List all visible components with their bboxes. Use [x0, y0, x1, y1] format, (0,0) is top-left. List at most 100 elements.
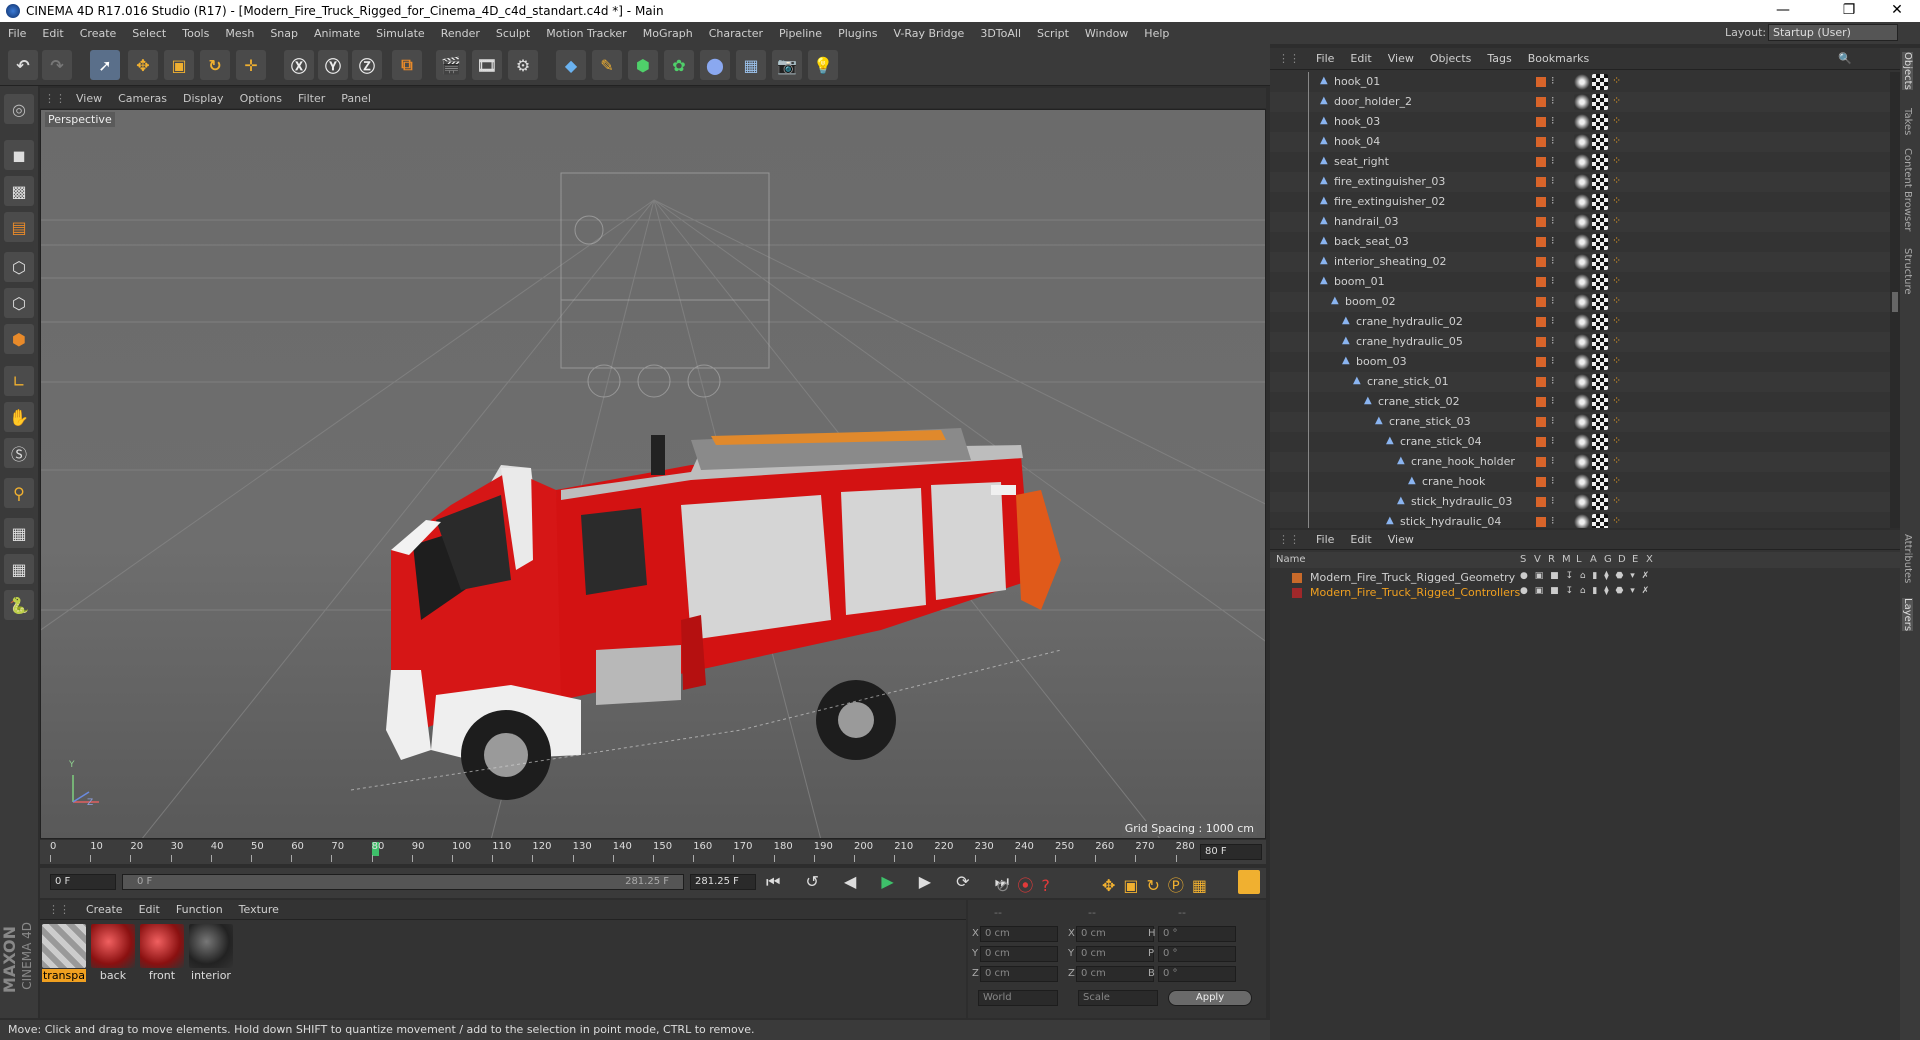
texture-tag-icon[interactable]	[1574, 394, 1590, 410]
object-scrollbar[interactable]	[1890, 72, 1900, 528]
texture-tag-icon[interactable]	[1574, 154, 1590, 170]
visibility-dots-icon[interactable]: ⁝	[1551, 274, 1555, 287]
layer-column-label[interactable]: D	[1618, 554, 1626, 565]
object-row[interactable]: ▲ crane_hook_holder ⁝ ⁘	[1270, 452, 1890, 472]
phong-tag-icon[interactable]: ⁘	[1612, 254, 1621, 267]
object-row[interactable]: ▲ handrail_03 ⁝ ⁘	[1270, 212, 1890, 232]
texture-tag-icon[interactable]	[1574, 334, 1590, 350]
menu-item[interactable]: Pipeline	[771, 27, 830, 40]
layer-color-swatch[interactable]	[1536, 297, 1546, 307]
texture-tag-icon[interactable]	[1574, 214, 1590, 230]
uvw-tag-icon[interactable]	[1592, 454, 1608, 470]
uvw-tag-icon[interactable]	[1592, 134, 1608, 150]
layer-column-label[interactable]: X	[1646, 554, 1653, 565]
object-menu-item[interactable]: Edit	[1342, 52, 1379, 65]
uvw-tag-icon[interactable]	[1592, 154, 1608, 170]
visibility-dots-icon[interactable]: ⁝	[1551, 354, 1555, 367]
frame-range-slider[interactable]: 0 F 281.25 F	[122, 874, 684, 890]
select-tool-icon[interactable]: ➚	[90, 50, 120, 80]
phong-tag-icon[interactable]: ⁘	[1612, 414, 1621, 427]
material-back[interactable]	[91, 924, 135, 968]
grid-icon[interactable]: ▦	[4, 554, 34, 584]
layout-select[interactable]: Startup (User)	[1768, 24, 1898, 41]
record-icon[interactable]: ⦿	[1017, 876, 1041, 895]
phong-tag-icon[interactable]: ⁘	[1612, 174, 1621, 187]
playback-controls[interactable]: ⏮ ↺ ◀ ▶ ▶ ⟳ ⏭	[766, 872, 1019, 892]
phong-tag-icon[interactable]: ⁘	[1612, 114, 1621, 127]
tab-takes[interactable]: Takes	[1902, 108, 1913, 135]
coord-value-field[interactable]: 0 °	[1158, 926, 1236, 942]
restore-button[interactable]: ❐	[1826, 0, 1872, 22]
planar-workplane-icon[interactable]: ▦	[4, 518, 34, 548]
uvw-tag-icon[interactable]	[1592, 474, 1608, 490]
uvw-tag-icon[interactable]	[1592, 274, 1608, 290]
layer-color-swatch[interactable]	[1536, 157, 1546, 167]
layer-color-swatch[interactable]	[1536, 357, 1546, 367]
transform-tool-icon[interactable]: ✛	[236, 50, 266, 80]
texture-tag-icon[interactable]	[1574, 174, 1590, 190]
tab-structure[interactable]: Structure	[1902, 248, 1913, 295]
layer-column-label[interactable]: S	[1520, 554, 1526, 565]
start-frame-field[interactable]: 0 F	[50, 874, 116, 890]
layer-color-swatch[interactable]	[1536, 117, 1546, 127]
tweak-mode-icon[interactable]: ✋	[4, 402, 34, 432]
layer-color-swatch[interactable]	[1536, 217, 1546, 227]
menu-item[interactable]: 3DToAll	[972, 27, 1029, 40]
close-button[interactable]: ✕	[1874, 0, 1920, 22]
uvw-tag-icon[interactable]	[1592, 254, 1608, 270]
visibility-dots-icon[interactable]: ⁝	[1551, 154, 1555, 167]
object-row[interactable]: ▲ boom_01 ⁝ ⁘	[1270, 272, 1890, 292]
phong-tag-icon[interactable]: ⁘	[1612, 494, 1621, 507]
layer-color-swatch[interactable]	[1536, 77, 1546, 87]
layer-menu-item[interactable]: File	[1308, 533, 1342, 546]
camera-icon[interactable]: 📷	[772, 50, 802, 80]
phong-tag-icon[interactable]: ⁘	[1612, 74, 1621, 87]
object-menu-item[interactable]: Bookmarks	[1520, 52, 1597, 65]
viewport-menu-item[interactable]: Panel	[335, 92, 381, 105]
menu-item[interactable]: Motion Tracker	[538, 27, 634, 40]
uvw-tag-icon[interactable]	[1592, 414, 1608, 430]
coord-value-field[interactable]: 0 cm	[1076, 946, 1154, 962]
texture-tag-icon[interactable]	[1574, 234, 1590, 250]
layer-color-swatch[interactable]	[1536, 277, 1546, 287]
phong-tag-icon[interactable]: ⁘	[1612, 274, 1621, 287]
object-row[interactable]: ▲ door_holder_2 ⁝ ⁘	[1270, 92, 1890, 112]
texture-tag-icon[interactable]	[1574, 414, 1590, 430]
edges-mode-icon[interactable]: ⬡	[4, 288, 34, 318]
uvw-tag-icon[interactable]	[1592, 494, 1608, 510]
texture-tag-icon[interactable]	[1574, 374, 1590, 390]
texture-tag-icon[interactable]	[1574, 434, 1590, 450]
scale-tool-icon[interactable]: ▣	[164, 50, 194, 80]
material-menu-item[interactable]: Edit	[131, 903, 168, 916]
texture-tag-icon[interactable]	[1574, 134, 1590, 150]
menu-item[interactable]: Help	[1136, 27, 1177, 40]
layer-color-swatch[interactable]	[1536, 97, 1546, 107]
menu-item[interactable]: File	[0, 27, 34, 40]
record-controls[interactable]: ⊘⦿?	[996, 872, 1058, 896]
visibility-dots-icon[interactable]: ⁝	[1551, 414, 1555, 427]
coord-value-field[interactable]: 0 cm	[980, 926, 1058, 942]
minimize-button[interactable]: —	[1760, 0, 1806, 22]
material-front[interactable]	[140, 924, 184, 968]
light-icon[interactable]: 💡	[808, 50, 838, 80]
timeline-ruler[interactable]: 80 F 0 10 20 30 40 50 60 70 80 90 100 110 120 130 140 1…	[40, 840, 1266, 864]
uvw-tag-icon[interactable]	[1592, 234, 1608, 250]
layer-color-swatch[interactable]	[1536, 517, 1546, 527]
visibility-dots-icon[interactable]: ⁝	[1551, 454, 1555, 467]
dope-sheet-icon[interactable]	[1238, 870, 1260, 894]
object-menu-item[interactable]: View	[1380, 52, 1422, 65]
texture-tag-icon[interactable]	[1574, 254, 1590, 270]
object-row[interactable]: ▲ fire_extinguisher_02 ⁝ ⁘	[1270, 192, 1890, 212]
timeline-end-field[interactable]: 80 F	[1200, 844, 1262, 860]
menu-item[interactable]: MoGraph	[635, 27, 701, 40]
menu-item[interactable]: Script	[1029, 27, 1077, 40]
layer-color-swatch[interactable]	[1536, 337, 1546, 347]
scale-mode-select[interactable]: Scale	[1078, 990, 1158, 1006]
phong-tag-icon[interactable]: ⁘	[1612, 234, 1621, 247]
visibility-dots-icon[interactable]: ⁝	[1551, 74, 1555, 87]
menu-item[interactable]: Mesh	[217, 27, 262, 40]
layer-column-label[interactable]: L	[1576, 554, 1582, 565]
layer-column-label[interactable]: V	[1534, 554, 1541, 565]
object-row[interactable]: ▲ crane_hook ⁝ ⁘	[1270, 472, 1890, 492]
texture-tag-icon[interactable]	[1574, 494, 1590, 510]
